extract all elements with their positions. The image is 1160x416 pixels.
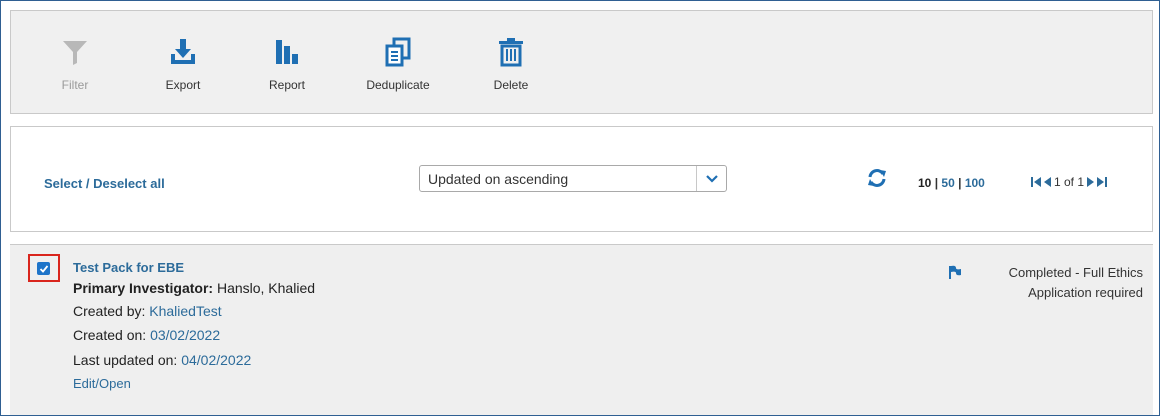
row-checkbox[interactable] — [37, 262, 50, 275]
page-indicator: 1 of 1 — [1054, 175, 1085, 189]
selection-highlight — [28, 254, 60, 282]
created-on-date: 03/02/2022 — [150, 327, 221, 343]
status-text: Completed - Full Ethics Application requ… — [1009, 263, 1143, 303]
deduplicate-button[interactable]: Deduplicate — [358, 11, 438, 115]
filter-button[interactable]: Filter — [45, 11, 105, 115]
primary-investigator-value: Hanslo, Khalied — [216, 280, 316, 296]
download-icon — [166, 35, 200, 69]
sort-selected-value: Updated on ascending — [428, 171, 569, 187]
page-size-100[interactable]: 100 — [965, 176, 985, 190]
status-line-2: Application required — [1028, 285, 1143, 300]
list-controls: Select / Deselect all Updated on ascendi… — [10, 126, 1153, 232]
edit-open-link[interactable]: Edit/Open — [73, 376, 131, 391]
trash-icon — [494, 35, 528, 69]
report-button[interactable]: Report — [257, 11, 317, 115]
select-deselect-all-link[interactable]: Select / Deselect all — [44, 176, 165, 191]
sort-dropdown[interactable]: Updated on ascending — [419, 165, 727, 192]
filter-label: Filter — [61, 78, 89, 92]
last-page-icon[interactable] — [1096, 176, 1108, 188]
app-frame: Filter Export Report Deduplicate Delete … — [0, 0, 1160, 416]
export-label: Export — [165, 78, 201, 92]
page-size-separator: | — [958, 176, 962, 190]
page-size-10[interactable]: 10 — [918, 176, 931, 190]
last-updated-label: Last updated on: — [73, 352, 178, 368]
checkmark-icon — [39, 264, 48, 273]
flag-icon — [948, 265, 962, 279]
primary-investigator: Primary Investigator: Hanslo, Khalied — [73, 280, 315, 296]
created-on-label: Created on: — [73, 327, 147, 343]
filter-icon — [58, 35, 92, 69]
next-page-icon[interactable] — [1086, 176, 1095, 188]
bar-chart-icon — [270, 35, 304, 69]
status-line-1: Completed - Full Ethics — [1008, 265, 1143, 280]
previous-page-icon[interactable] — [1044, 176, 1052, 188]
created-by-link[interactable]: KhaliedTest — [149, 303, 221, 319]
page-size-separator: | — [934, 176, 939, 190]
last-updated: Last updated on: 04/02/2022 — [73, 352, 251, 368]
refresh-icon[interactable] — [866, 167, 888, 189]
export-button[interactable]: Export — [153, 11, 213, 115]
first-page-icon[interactable] — [1031, 176, 1042, 188]
created-on: Created on: 03/02/2022 — [73, 327, 220, 343]
record-title-link[interactable]: Test Pack for EBE — [73, 260, 184, 275]
page-size-selector: 10 | 50 | 100 — [918, 176, 985, 190]
created-by: Created by: KhaliedTest — [73, 303, 222, 319]
last-updated-date: 04/02/2022 — [181, 352, 252, 368]
delete-button[interactable]: Delete — [481, 11, 541, 115]
report-label: Report — [268, 78, 306, 92]
copy-documents-icon — [381, 35, 415, 69]
chevron-down-icon[interactable] — [696, 166, 726, 191]
pager: 1 of 1 — [1031, 175, 1108, 189]
toolbar: Filter Export Report Deduplicate Delete — [10, 10, 1153, 114]
primary-investigator-label: Primary Investigator: — [73, 280, 214, 296]
list-item: Test Pack for EBE Primary Investigator: … — [10, 244, 1153, 415]
delete-label: Delete — [493, 78, 529, 92]
deduplicate-label: Deduplicate — [366, 78, 430, 92]
created-by-label: Created by: — [73, 303, 146, 319]
page-size-50[interactable]: 50 — [941, 176, 954, 190]
